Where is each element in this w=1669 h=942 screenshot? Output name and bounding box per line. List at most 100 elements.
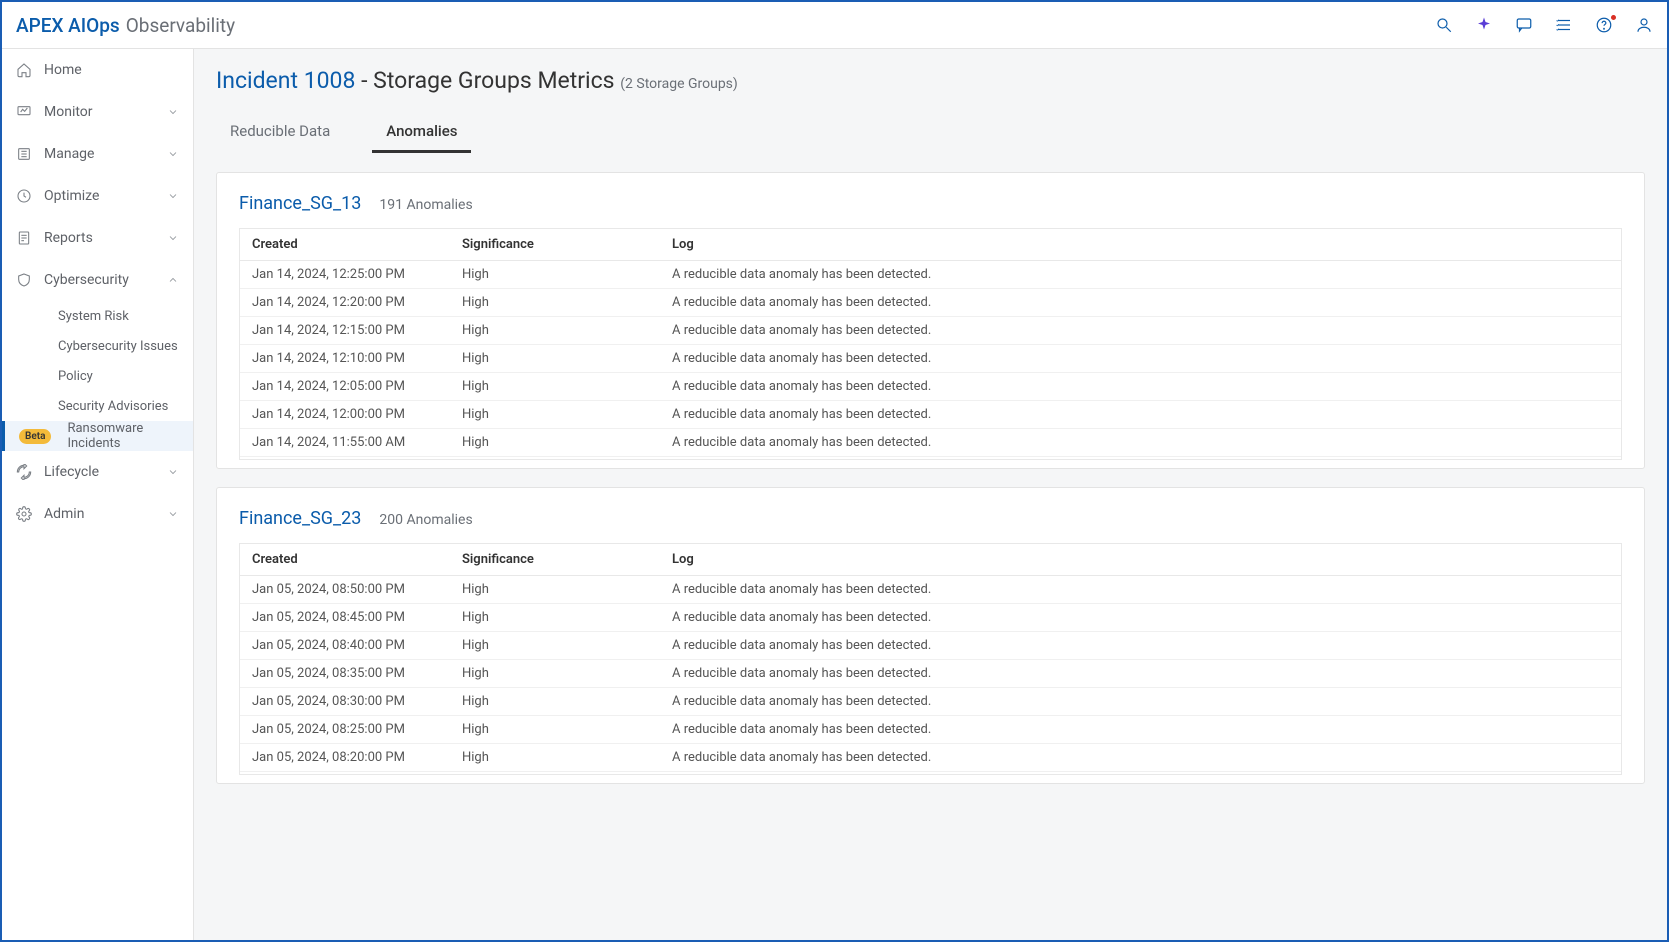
sidebar-subitem-system-risk[interactable]: System Risk [2, 301, 193, 331]
anomaly-count: 200 Anomalies [379, 512, 472, 528]
sidebar-item-optimize[interactable]: Optimize [2, 175, 193, 217]
storage-group-card: Finance_SG_13 191 Anomalies Created Sign… [216, 172, 1645, 469]
table-scroll[interactable]: Created Significance Log Jan 14, 2024, 1… [240, 229, 1621, 459]
beta-badge: Beta [19, 429, 51, 444]
app-header: APEX AIOps Observability [2, 2, 1667, 49]
table-row[interactable]: Jan 05, 2024, 08:40:00 PMHighA reducible… [240, 632, 1621, 660]
chevron-down-icon [167, 148, 179, 160]
table-row[interactable]: Jan 05, 2024, 08:45:00 PMHighA reducible… [240, 604, 1621, 632]
table-row[interactable]: Jan 14, 2024, 11:55:00 AMHighA reducible… [240, 429, 1621, 457]
cell-created: Jan 05, 2024, 08:15:00 PM [240, 772, 450, 775]
tab-reducible-data[interactable]: Reducible Data [216, 112, 344, 153]
cell-created: Jan 14, 2024, 11:55:00 AM [240, 429, 450, 457]
brand-main: APEX AIOps [16, 14, 120, 37]
sidebar-item-lifecycle[interactable]: Lifecycle [2, 451, 193, 493]
brand-sub: Observability [126, 14, 235, 37]
cell-created: Jan 05, 2024, 08:40:00 PM [240, 632, 450, 660]
cell-created: Jan 14, 2024, 11:50:00 AM [240, 457, 450, 460]
sidebar-item-admin[interactable]: Admin [2, 493, 193, 535]
cell-created: Jan 05, 2024, 08:50:00 PM [240, 576, 450, 604]
col-significance[interactable]: Significance [450, 544, 660, 576]
cell-created: Jan 14, 2024, 12:10:00 PM [240, 345, 450, 373]
tab-anomalies[interactable]: Anomalies [372, 112, 471, 153]
anomaly-table: Created Significance Log Jan 05, 2024, 0… [239, 543, 1622, 775]
cell-significance: High [450, 373, 660, 401]
cell-created: Jan 14, 2024, 12:00:00 PM [240, 401, 450, 429]
cell-significance: High [450, 632, 660, 660]
sidebar-item-reports[interactable]: Reports [2, 217, 193, 259]
cell-log: A reducible data anomaly has been detect… [660, 373, 1621, 401]
cell-log: A reducible data anomaly has been detect… [660, 401, 1621, 429]
shield-icon [16, 272, 32, 288]
sidebar-item-home[interactable]: Home [2, 49, 193, 91]
cell-created: Jan 05, 2024, 08:30:00 PM [240, 688, 450, 716]
cell-created: Jan 05, 2024, 08:35:00 PM [240, 660, 450, 688]
table-row[interactable]: Jan 05, 2024, 08:30:00 PMHighA reducible… [240, 688, 1621, 716]
cell-log: A reducible data anomaly has been detect… [660, 457, 1621, 460]
chevron-up-icon [167, 274, 179, 286]
sidebar-item-monitor[interactable]: Monitor [2, 91, 193, 133]
table-row[interactable]: Jan 05, 2024, 08:25:00 PMHighA reducible… [240, 716, 1621, 744]
help-icon[interactable] [1595, 16, 1613, 34]
sidebar-subitem-cybersecurity-issues[interactable]: Cybersecurity Issues [2, 331, 193, 361]
user-icon[interactable] [1635, 16, 1653, 34]
page-title: Incident 1008 - Storage Groups Metrics (… [216, 67, 1645, 94]
chevron-down-icon [167, 190, 179, 202]
search-icon[interactable] [1435, 16, 1453, 34]
storage-group-link[interactable]: Finance_SG_23 [239, 508, 361, 529]
incident-link[interactable]: Incident 1008 [216, 67, 355, 94]
cell-created: Jan 05, 2024, 08:45:00 PM [240, 604, 450, 632]
cell-log: A reducible data anomaly has been detect… [660, 261, 1621, 289]
col-log[interactable]: Log [660, 544, 1621, 576]
admin-icon [16, 506, 32, 522]
sidebar-item-manage[interactable]: Manage [2, 133, 193, 175]
table-scroll[interactable]: Created Significance Log Jan 05, 2024, 0… [240, 544, 1621, 774]
cell-log: A reducible data anomaly has been detect… [660, 660, 1621, 688]
table-row[interactable]: Jan 14, 2024, 12:00:00 PMHighA reducible… [240, 401, 1621, 429]
table-row[interactable]: Jan 14, 2024, 11:50:00 AMHighA reducible… [240, 457, 1621, 460]
monitor-icon [16, 104, 32, 120]
cell-significance: High [450, 429, 660, 457]
sidebar-item-label: Home [44, 62, 82, 78]
cell-log: A reducible data anomaly has been detect… [660, 632, 1621, 660]
sidebar-item-cybersecurity[interactable]: Cybersecurity [2, 259, 193, 301]
sidebar-subitem-label: Policy [58, 369, 93, 384]
col-significance[interactable]: Significance [450, 229, 660, 261]
table-row[interactable]: Jan 14, 2024, 12:05:00 PMHighA reducible… [240, 373, 1621, 401]
sidebar-item-label: Monitor [44, 104, 93, 120]
table-row[interactable]: Jan 14, 2024, 12:25:00 PMHighA reducible… [240, 261, 1621, 289]
col-log[interactable]: Log [660, 229, 1621, 261]
cell-created: Jan 14, 2024, 12:05:00 PM [240, 373, 450, 401]
brand[interactable]: APEX AIOps Observability [16, 14, 235, 37]
sidebar-item-label: Cybersecurity [44, 272, 129, 288]
cell-created: Jan 14, 2024, 12:25:00 PM [240, 261, 450, 289]
table-row[interactable]: Jan 05, 2024, 08:15:00 PMHighA reducible… [240, 772, 1621, 775]
cell-significance: High [450, 576, 660, 604]
cell-significance: High [450, 660, 660, 688]
anomaly-table: Created Significance Log Jan 14, 2024, 1… [239, 228, 1622, 460]
manage-icon [16, 146, 32, 162]
sidebar-subitem-policy[interactable]: Policy [2, 361, 193, 391]
cell-significance: High [450, 604, 660, 632]
table-row[interactable]: Jan 05, 2024, 08:50:00 PMHighA reducible… [240, 576, 1621, 604]
sparkle-icon[interactable] [1475, 16, 1493, 34]
table-row[interactable]: Jan 05, 2024, 08:20:00 PMHighA reducible… [240, 744, 1621, 772]
cell-significance: High [450, 401, 660, 429]
cell-significance: High [450, 716, 660, 744]
col-created[interactable]: Created [240, 229, 450, 261]
storage-group-link[interactable]: Finance_SG_13 [239, 193, 361, 214]
sidebar-subitem-security-advisories[interactable]: Security Advisories [2, 391, 193, 421]
tabs: Reducible Data Anomalies [216, 112, 1645, 154]
lifecycle-icon [16, 464, 32, 480]
tasks-icon[interactable] [1555, 16, 1573, 34]
chat-icon[interactable] [1515, 16, 1533, 34]
table-row[interactable]: Jan 14, 2024, 12:10:00 PMHighA reducible… [240, 345, 1621, 373]
sidebar-subitem-label: System Risk [58, 309, 129, 324]
sidebar-subitem-ransomware-incidents[interactable]: BetaRansomware Incidents [2, 421, 193, 451]
table-row[interactable]: Jan 14, 2024, 12:15:00 PMHighA reducible… [240, 317, 1621, 345]
table-row[interactable]: Jan 14, 2024, 12:20:00 PMHighA reducible… [240, 289, 1621, 317]
chevron-down-icon [167, 232, 179, 244]
table-row[interactable]: Jan 05, 2024, 08:35:00 PMHighA reducible… [240, 660, 1621, 688]
col-created[interactable]: Created [240, 544, 450, 576]
cell-significance: High [450, 457, 660, 460]
